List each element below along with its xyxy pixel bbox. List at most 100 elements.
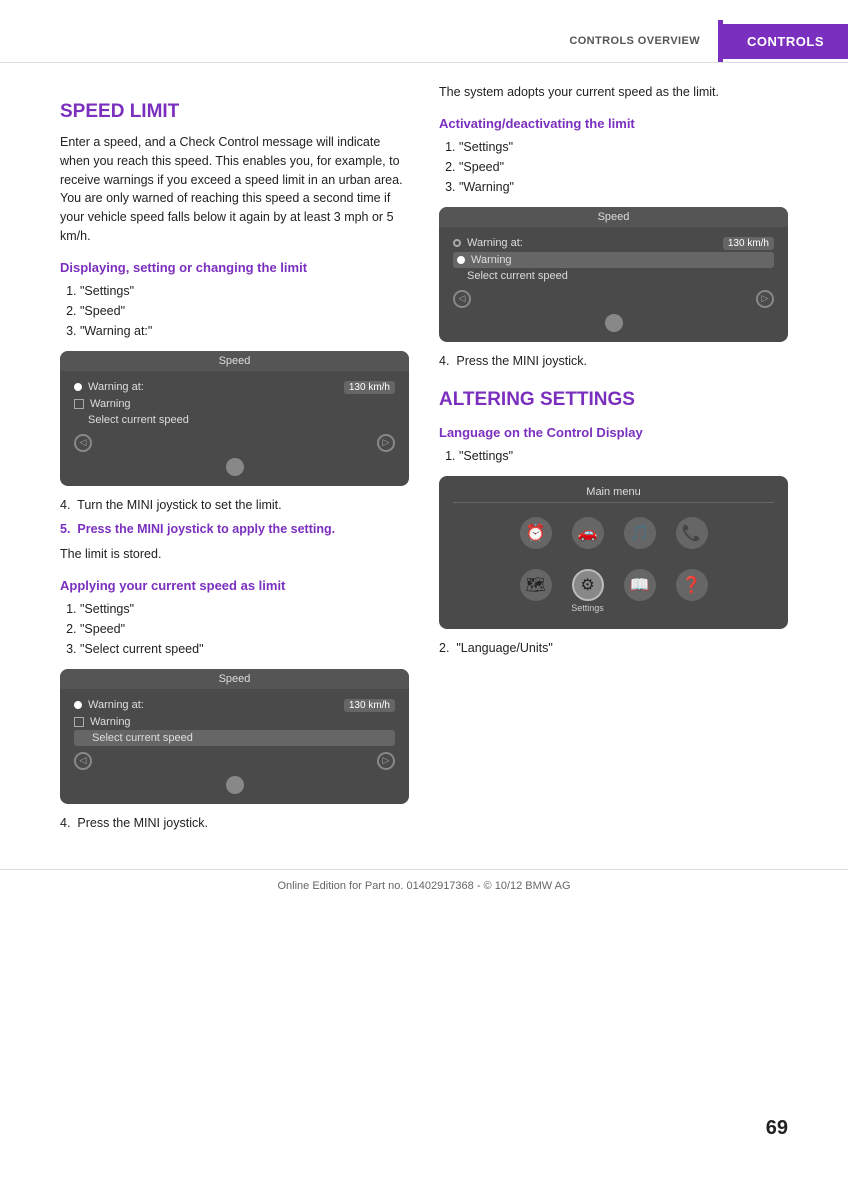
screen3-row3: Select current speed	[453, 268, 774, 284]
menu-icon-circle-center: ⚙	[572, 569, 604, 601]
screen3-row1: Warning at: 130 km/h	[453, 235, 774, 252]
menu-icon-8: ❓	[670, 569, 714, 613]
menu-icon-circle-8: ❓	[676, 569, 708, 601]
screen3-row2-selected: Warning	[453, 252, 774, 268]
screen2-joystick	[226, 776, 244, 794]
screen1-controls: ◁ ▷	[74, 434, 395, 452]
menu-icon-1: ⏰	[514, 517, 558, 561]
apply-step4: 4. Press the MINI joystick.	[60, 814, 409, 833]
screen-display-1: Speed Warning at: 130 km/h Warning Selec…	[60, 351, 409, 486]
screen3-label1: Warning at:	[467, 237, 523, 249]
main-content: SPEED LIMIT Enter a speed, and a Check C…	[0, 83, 848, 839]
screen2-badge: 130 km/h	[344, 699, 395, 712]
activating-step-1: "Settings"	[459, 137, 788, 157]
screen3-header: Speed	[439, 207, 788, 227]
display-step-1: "Settings"	[80, 281, 409, 301]
tab-controls-overview: CONTROLS OVERVIEW	[551, 27, 718, 55]
menu-icon-7: 📖	[618, 569, 662, 613]
dot3-selected	[457, 256, 465, 264]
screen2-controls: ◁ ▷	[74, 752, 395, 770]
menu-icon-5: 🗺	[514, 569, 558, 613]
apply-step-2: "Speed"	[80, 619, 409, 639]
activating-step-3: "Warning"	[459, 177, 788, 197]
screen2-row3-selected: Select current speed	[74, 730, 395, 746]
apply-step-3: "Select current speed"	[80, 639, 409, 659]
screen1-right-btn: ▷	[377, 434, 395, 452]
menu-icon-center: ⚙ Settings	[566, 569, 610, 613]
screen2-header: Speed	[60, 669, 409, 689]
screen1-row2: Warning	[74, 396, 395, 412]
screen2-label1: Warning at:	[88, 699, 144, 711]
screen1-label1: Warning at:	[88, 381, 144, 393]
menu-icon-circle-5: 🗺	[520, 569, 552, 601]
activating-step4: 4. Press the MINI joystick.	[439, 352, 788, 371]
dot-selected	[74, 383, 82, 391]
dot2-selected	[74, 701, 82, 709]
speed-limit-title: SPEED LIMIT	[60, 101, 409, 123]
page-number: 69	[766, 1117, 788, 1140]
display-steps: "Settings" "Speed" "Warning at:"	[80, 281, 409, 341]
footer: Online Edition for Part no. 01402917368 …	[0, 869, 848, 912]
display-step-2: "Speed"	[80, 301, 409, 321]
dot3-1	[453, 239, 461, 247]
screen1-joystick	[226, 458, 244, 476]
screen1-label2: Warning	[90, 398, 131, 410]
system-adopts-text: The system adopts your current speed as …	[439, 83, 788, 102]
screen1-checkbox	[74, 399, 84, 409]
speed-limit-intro: Enter a speed, and a Check Control messa…	[60, 133, 409, 246]
display-step-3: "Warning at:"	[80, 321, 409, 341]
display-section-title: Displaying, setting or changing the limi…	[60, 260, 409, 275]
menu-center-label: Settings	[571, 603, 604, 613]
screen2-row2: Warning	[74, 714, 395, 730]
screen3-badge: 130 km/h	[723, 237, 774, 250]
screen3-label3: Select current speed	[467, 270, 568, 282]
screen1-left-btn: ◁	[74, 434, 92, 452]
screen1-badge: 130 km/h	[344, 381, 395, 394]
apply-step-1: "Settings"	[80, 599, 409, 619]
header-nav: CONTROLS OVERVIEW CONTROLS	[0, 0, 848, 63]
altering-settings-title: ALTERING SETTINGS	[439, 389, 788, 411]
menu-grid-area: ⏰ 🚗 🎵 📞 🗺 ⚙ Se	[453, 511, 774, 619]
menu-icon-circle-3: 🎵	[624, 517, 656, 549]
display-note: The limit is stored.	[60, 545, 409, 564]
screen1-header: Speed	[60, 351, 409, 371]
screen2-label2: Warning	[90, 716, 131, 728]
screen2-left-btn: ◁	[74, 752, 92, 770]
menu-icon-circle-4: 📞	[676, 517, 708, 549]
screen1-row3: Select current speed	[74, 412, 395, 428]
activating-steps: "Settings" "Speed" "Warning"	[459, 137, 788, 197]
screen3-right-btn: ▷	[756, 290, 774, 308]
language-step-1: "Settings"	[459, 446, 788, 466]
right-column: The system adopts your current speed as …	[439, 83, 788, 839]
screen3-controls: ◁ ▷	[453, 290, 774, 308]
menu-icon-4: 📞	[670, 517, 714, 561]
apply-speed-title: Applying your current speed as limit	[60, 578, 409, 593]
apply-speed-steps: "Settings" "Speed" "Select current speed…	[80, 599, 409, 659]
language-section-title: Language on the Control Display	[439, 425, 788, 440]
screen2-right-btn: ▷	[377, 752, 395, 770]
screen2-label3: Select current speed	[92, 732, 193, 744]
menu-icon-circle-7: 📖	[624, 569, 656, 601]
screen-main-menu: Main menu ⏰ 🚗 🎵 📞	[439, 476, 788, 629]
screen3-label2: Warning	[471, 254, 512, 266]
menu-icon-3: 🎵	[618, 517, 662, 561]
main-menu-title: Main menu	[453, 486, 774, 503]
language-steps: "Settings"	[459, 446, 788, 466]
menu-icons-grid: ⏰ 🚗 🎵 📞 🗺 ⚙ Se	[514, 517, 714, 613]
activating-title: Activating/deactivating the limit	[439, 116, 788, 131]
menu-icon-circle-1: ⏰	[520, 517, 552, 549]
screen-apply-speed: Speed Warning at: 130 km/h Warning Selec…	[60, 669, 409, 804]
activating-step-2: "Speed"	[459, 157, 788, 177]
tab-controls-active: CONTROLS	[723, 24, 848, 59]
menu-icon-2: 🚗	[566, 517, 610, 561]
left-column: SPEED LIMIT Enter a speed, and a Check C…	[60, 83, 409, 839]
menu-icon-circle-2: 🚗	[572, 517, 604, 549]
screen2-row1: Warning at: 130 km/h	[74, 697, 395, 714]
screen1-label3: Select current speed	[88, 414, 189, 426]
display-step5: 5. Press the MINI joystick to apply the …	[60, 520, 409, 539]
screen2-checkbox	[74, 717, 84, 727]
screen-activating: Speed Warning at: 130 km/h Warning Selec…	[439, 207, 788, 342]
language-step2: 2. "Language/Units"	[439, 639, 788, 658]
screen3-left-btn: ◁	[453, 290, 471, 308]
screen3-joystick	[605, 314, 623, 332]
